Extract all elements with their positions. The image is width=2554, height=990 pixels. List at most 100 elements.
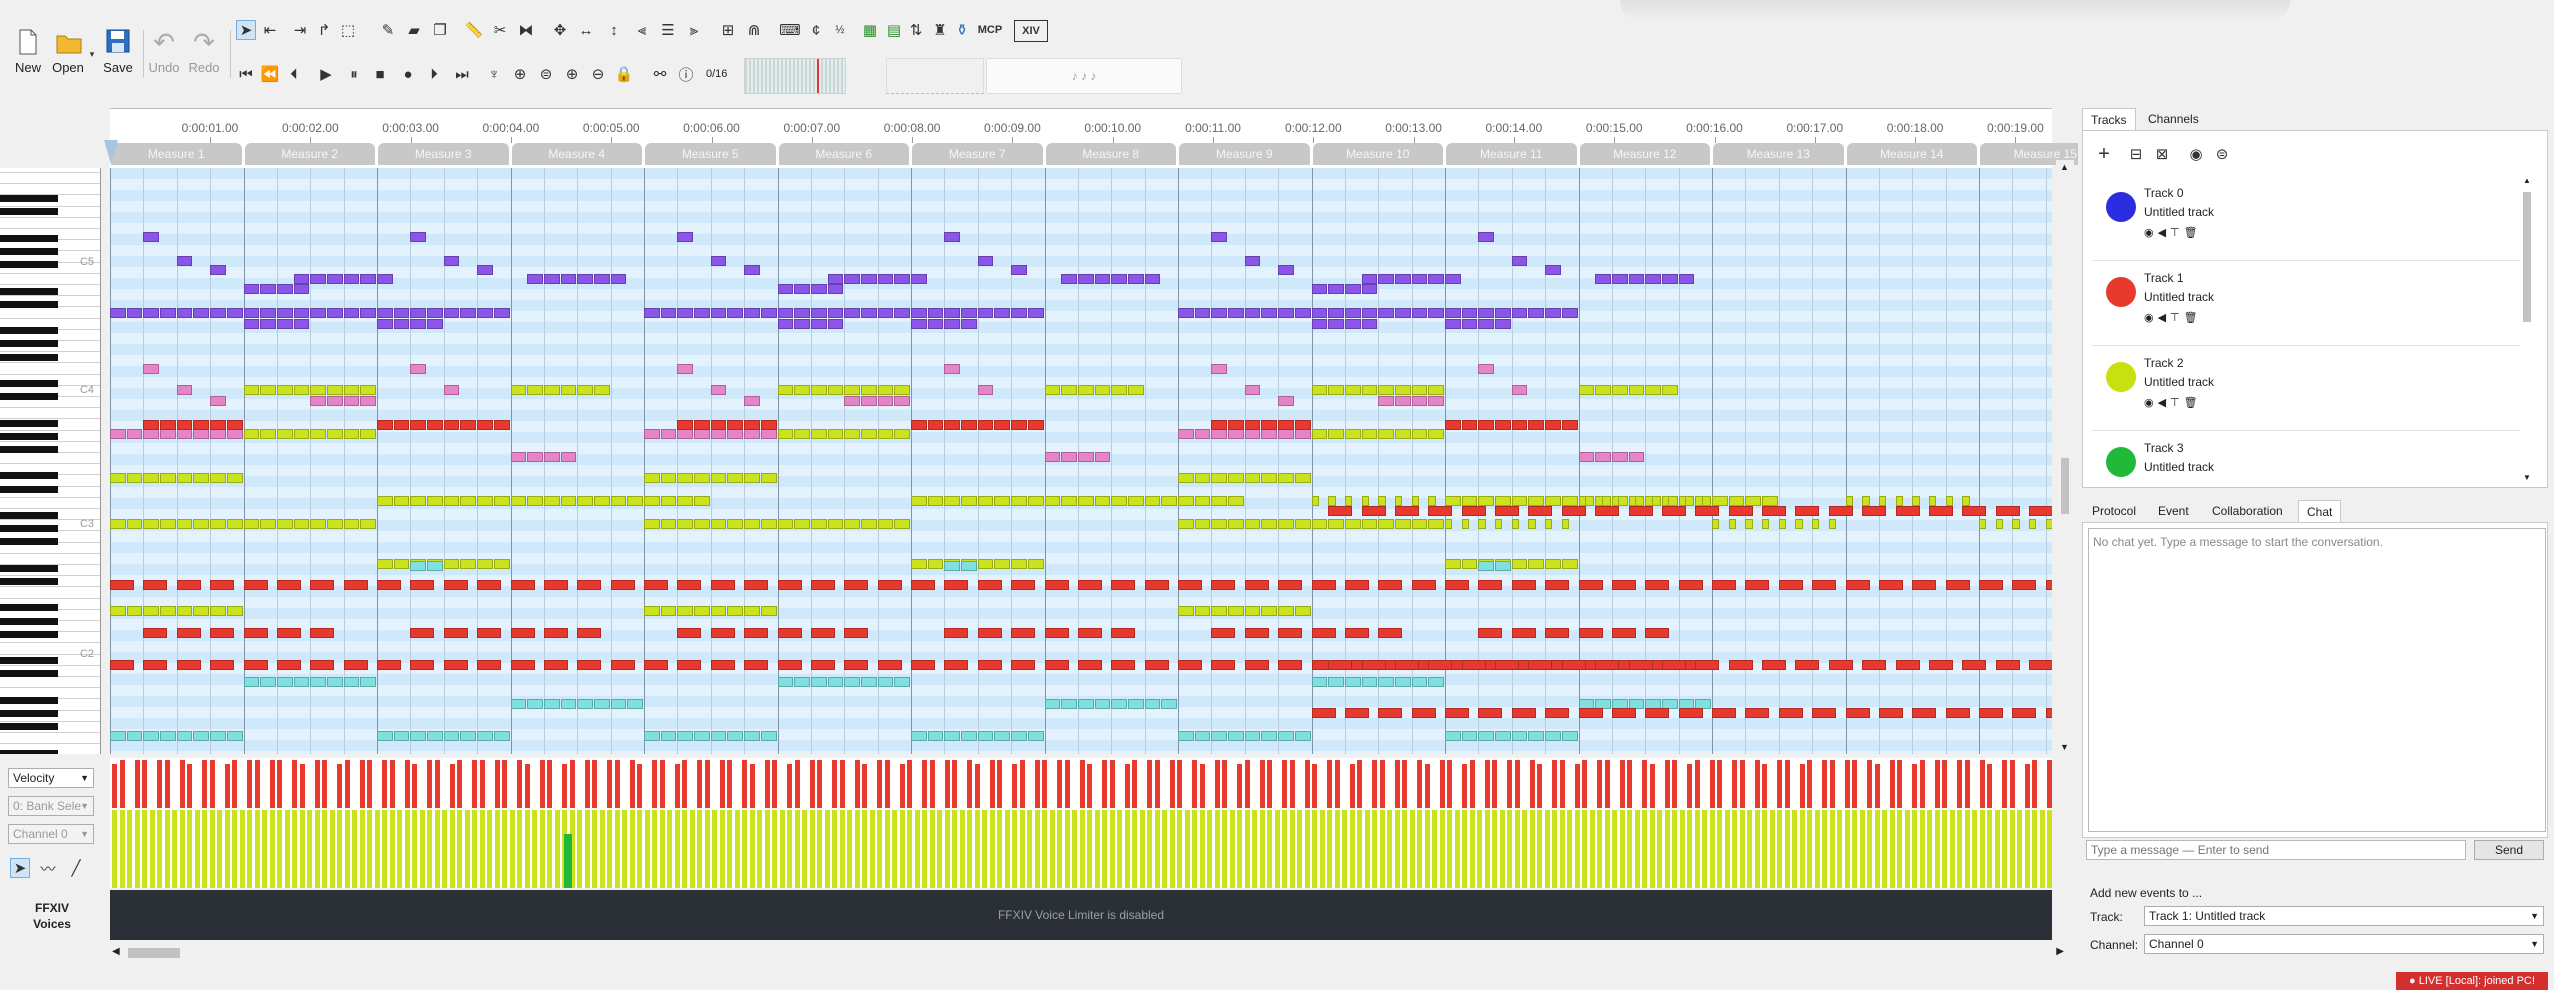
note[interactable] bbox=[744, 731, 760, 741]
note[interactable] bbox=[210, 628, 235, 638]
note[interactable] bbox=[1745, 580, 1770, 590]
velocity-bar[interactable] bbox=[539, 810, 545, 888]
note[interactable] bbox=[2012, 708, 2037, 718]
velocity-bar[interactable] bbox=[607, 760, 612, 808]
graph-icon[interactable]: ⚯ bbox=[650, 64, 670, 84]
note[interactable] bbox=[1161, 699, 1177, 709]
note[interactable] bbox=[143, 660, 168, 670]
velocity-bar[interactable] bbox=[2009, 810, 2015, 888]
note[interactable] bbox=[477, 660, 502, 670]
note[interactable] bbox=[1077, 660, 1102, 670]
note[interactable] bbox=[1027, 559, 1044, 569]
note[interactable] bbox=[1545, 420, 1561, 430]
note[interactable] bbox=[1995, 660, 2020, 670]
move-all-icon[interactable]: ✥ bbox=[550, 20, 570, 40]
note[interactable] bbox=[176, 420, 193, 430]
note[interactable] bbox=[1244, 256, 1261, 266]
velocity-bar[interactable] bbox=[1154, 760, 1160, 808]
note[interactable] bbox=[1478, 232, 1495, 242]
step-back-icon[interactable]: ⏴ bbox=[284, 64, 304, 84]
velocity-bar[interactable] bbox=[1642, 760, 1647, 808]
note[interactable] bbox=[243, 660, 268, 670]
bottle-icon[interactable]: ⚱ bbox=[952, 20, 972, 40]
note[interactable] bbox=[243, 429, 260, 439]
note[interactable] bbox=[1578, 708, 1603, 718]
note[interactable] bbox=[1261, 473, 1278, 483]
black-key[interactable] bbox=[0, 300, 58, 308]
note[interactable] bbox=[443, 496, 460, 506]
velocity-bar[interactable] bbox=[1192, 760, 1197, 808]
note[interactable] bbox=[276, 677, 293, 687]
note[interactable] bbox=[1411, 274, 1428, 284]
note[interactable] bbox=[510, 699, 527, 709]
note[interactable] bbox=[493, 559, 510, 569]
note[interactable] bbox=[1511, 708, 1536, 718]
velocity-bar[interactable] bbox=[929, 810, 935, 888]
velocity-bar[interactable] bbox=[1627, 810, 1632, 888]
note[interactable] bbox=[310, 308, 326, 318]
velocity-bar[interactable] bbox=[1912, 764, 1917, 808]
velocity-bar[interactable] bbox=[974, 810, 980, 888]
note[interactable] bbox=[794, 385, 810, 395]
note[interactable] bbox=[1561, 308, 1578, 318]
velocity-bar[interactable] bbox=[1889, 760, 1895, 808]
note[interactable] bbox=[1528, 506, 1553, 516]
note[interactable] bbox=[1428, 396, 1444, 406]
note[interactable] bbox=[210, 265, 226, 275]
info-icon[interactable]: ⓘ bbox=[676, 64, 696, 84]
note[interactable] bbox=[343, 677, 360, 687]
note[interactable] bbox=[160, 731, 176, 741]
note[interactable] bbox=[293, 284, 310, 294]
undo-button[interactable]: ↶ Undo bbox=[146, 28, 182, 82]
velocity-bar[interactable] bbox=[427, 810, 432, 888]
loop-set-icon[interactable]: ⊜ bbox=[536, 64, 556, 84]
note[interactable] bbox=[1394, 308, 1411, 318]
note[interactable] bbox=[1428, 519, 1444, 529]
note[interactable] bbox=[1661, 496, 1670, 506]
note[interactable] bbox=[143, 308, 160, 318]
velocity-bar[interactable] bbox=[1312, 810, 1317, 888]
velocity-bar[interactable] bbox=[764, 810, 770, 888]
tab-protocol[interactable]: Protocol bbox=[2084, 500, 2144, 522]
note[interactable] bbox=[677, 429, 694, 439]
measure-header[interactable]: Measure 8 bbox=[1045, 143, 1176, 165]
note[interactable] bbox=[193, 519, 210, 529]
velocity-bar[interactable] bbox=[884, 760, 890, 808]
note[interactable] bbox=[1862, 496, 1870, 506]
velocity-bar[interactable] bbox=[1357, 760, 1362, 808]
fraction-icon[interactable]: ½ bbox=[830, 20, 850, 40]
note[interactable] bbox=[927, 420, 944, 430]
piano-keyboard[interactable]: C5 C4 C3 C2 bbox=[0, 168, 101, 754]
note[interactable] bbox=[1545, 731, 1561, 741]
velocity-bar[interactable] bbox=[1514, 760, 1520, 808]
velocity-bar[interactable] bbox=[1957, 810, 1962, 888]
note[interactable] bbox=[1878, 580, 1903, 590]
note[interactable] bbox=[1495, 420, 1511, 430]
note[interactable] bbox=[927, 308, 944, 318]
velocity-bar[interactable] bbox=[517, 760, 522, 808]
velocity-bar[interactable] bbox=[1087, 810, 1092, 888]
velocity-bar[interactable] bbox=[1184, 810, 1190, 888]
velocity-bar[interactable] bbox=[622, 810, 627, 888]
velocity-bar[interactable] bbox=[1222, 760, 1227, 808]
note[interactable] bbox=[760, 429, 777, 439]
note[interactable] bbox=[176, 660, 201, 670]
velocity-bar[interactable] bbox=[1004, 810, 1010, 888]
note[interactable] bbox=[326, 677, 343, 687]
note[interactable] bbox=[1511, 559, 1528, 569]
velocity-bar[interactable] bbox=[1844, 760, 1850, 808]
black-key[interactable] bbox=[0, 327, 58, 335]
note[interactable] bbox=[1127, 699, 1144, 709]
velocity-bar[interactable] bbox=[479, 760, 485, 808]
velocity-bar[interactable] bbox=[637, 810, 642, 888]
velocity-bar[interactable] bbox=[269, 760, 275, 808]
note[interactable] bbox=[1311, 580, 1336, 590]
note[interactable] bbox=[477, 308, 493, 318]
note[interactable] bbox=[1211, 731, 1228, 741]
note[interactable] bbox=[593, 274, 610, 284]
note[interactable] bbox=[1478, 628, 1503, 638]
note[interactable] bbox=[810, 429, 827, 439]
velocity-bar[interactable] bbox=[1417, 810, 1422, 888]
velocity-bar[interactable] bbox=[157, 810, 162, 888]
note[interactable] bbox=[1011, 580, 1036, 590]
